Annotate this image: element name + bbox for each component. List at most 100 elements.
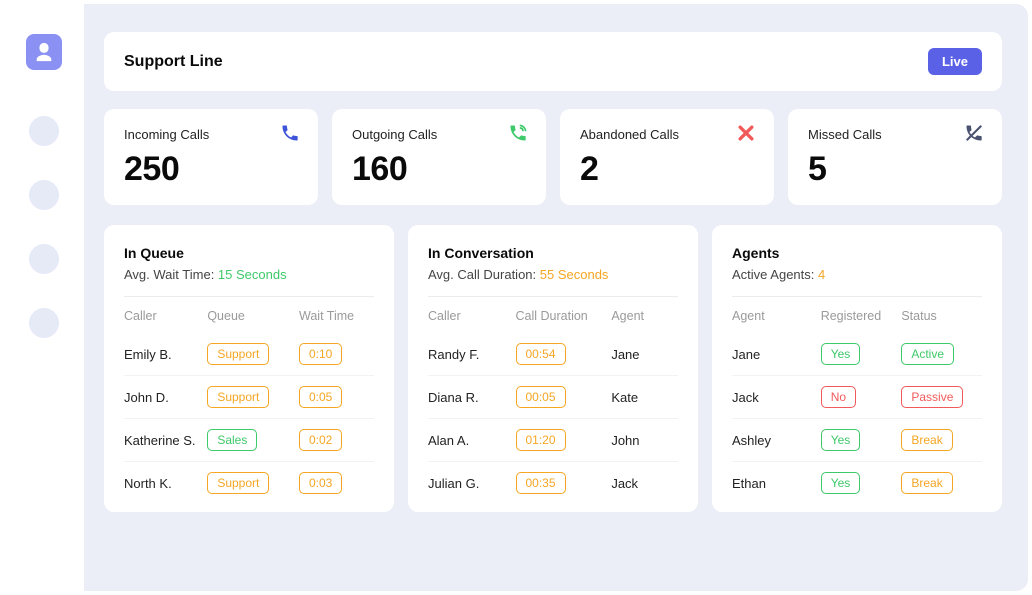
sub-label: Active Agents: (732, 267, 818, 282)
divider (732, 296, 982, 297)
cell-agent: Ethan (732, 476, 821, 491)
logo[interactable] (26, 34, 62, 70)
panel-agents: Agents Active Agents: 4 Agent Registered… (712, 225, 1002, 512)
stat-incoming: Incoming Calls 250 (104, 109, 318, 205)
stat-value: 2 (580, 150, 754, 189)
panel-subtitle: Avg. Call Duration: 55 Seconds (428, 267, 678, 282)
col-agent: Agent (611, 309, 678, 323)
sub-value: 15 Seconds (218, 267, 287, 282)
header-bar: Support Line Live (104, 32, 1002, 91)
stat-value: 250 (124, 150, 298, 189)
divider (428, 296, 678, 297)
stat-label: Abandoned Calls (580, 127, 754, 142)
person-icon (33, 41, 55, 63)
table-row[interactable]: JaneYesActive (732, 333, 982, 376)
registered-pill: No (821, 386, 856, 408)
stat-label: Missed Calls (808, 127, 982, 142)
cell-caller: Emily B. (124, 347, 207, 362)
phone-volume-icon (508, 123, 528, 143)
main-content: Support Line Live Incoming Calls 250 Out… (84, 4, 1028, 591)
cell-caller: John D. (124, 390, 207, 405)
cell-registered: Yes (821, 429, 902, 451)
cell-registered: No (821, 386, 902, 408)
cell-duration: 01:20 (516, 429, 612, 451)
sidebar-item-2[interactable] (29, 180, 59, 210)
table-row[interactable]: Emily B.Support0:10 (124, 333, 374, 376)
panel-title: Agents (732, 245, 982, 261)
sub-value: 4 (818, 267, 825, 282)
close-icon (736, 123, 756, 143)
panel-queue: In Queue Avg. Wait Time: 15 Seconds Call… (104, 225, 394, 512)
duration-pill: 00:05 (516, 386, 566, 408)
cell-agent: Kate (611, 390, 678, 405)
cell-agent: John (611, 433, 678, 448)
sidebar-item-4[interactable] (29, 308, 59, 338)
table-header: Caller Call Duration Agent (428, 309, 678, 323)
panel-title: In Queue (124, 245, 374, 261)
queue-rows: Emily B.Support0:10John D.Support0:05Kat… (124, 333, 374, 504)
sub-label: Avg. Call Duration: (428, 267, 540, 282)
registered-pill: Yes (821, 472, 861, 494)
divider (124, 296, 374, 297)
cell-registered: Yes (821, 343, 902, 365)
col-duration: Call Duration (516, 309, 612, 323)
cell-queue: Support (207, 343, 299, 365)
queue-pill: Sales (207, 429, 257, 451)
cell-status: Break (901, 472, 982, 494)
panel-title: In Conversation (428, 245, 678, 261)
table-row[interactable]: North K.Support0:03 (124, 462, 374, 504)
sub-value: 55 Seconds (540, 267, 609, 282)
cell-status: Break (901, 429, 982, 451)
live-button[interactable]: Live (928, 48, 982, 75)
cell-caller: Diana R. (428, 390, 516, 405)
cell-caller: Randy F. (428, 347, 516, 362)
table-row[interactable]: Randy F.00:54Jane (428, 333, 678, 376)
cell-agent: Ashley (732, 433, 821, 448)
cell-caller: North K. (124, 476, 207, 491)
cell-agent: Jack (611, 476, 678, 491)
table-row[interactable]: Katherine S.Sales0:02 (124, 419, 374, 462)
panel-subtitle: Avg. Wait Time: 15 Seconds (124, 267, 374, 282)
stat-label: Outgoing Calls (352, 127, 526, 142)
table-row[interactable]: Julian G.00:35Jack (428, 462, 678, 504)
table-row[interactable]: JackNoPassive (732, 376, 982, 419)
table-row[interactable]: EthanYes Break (732, 462, 982, 504)
status-pill: Passive (901, 386, 963, 408)
table-header: Caller Queue Wait Time (124, 309, 374, 323)
table-header: Agent Registered Status (732, 309, 982, 323)
stat-cards: Incoming Calls 250 Outgoing Calls 160 Ab… (104, 109, 1002, 205)
page-title: Support Line (124, 53, 223, 71)
sidebar-item-3[interactable] (29, 244, 59, 274)
agent-rows: JaneYesActiveJackNoPassiveAshleyYesBreak… (732, 333, 982, 504)
phone-icon (280, 123, 300, 143)
queue-pill: Support (207, 343, 269, 365)
sidebar-item-1[interactable] (29, 116, 59, 146)
cell-status: Active (901, 343, 982, 365)
table-row[interactable]: John D.Support0:05 (124, 376, 374, 419)
col-agent: Agent (732, 309, 821, 323)
cell-caller: Alan A. (428, 433, 516, 448)
col-caller: Caller (124, 309, 207, 323)
stat-value: 160 (352, 150, 526, 189)
app-frame: Support Line Live Incoming Calls 250 Out… (4, 4, 1028, 591)
sub-label: Avg. Wait Time: (124, 267, 218, 282)
cell-caller: Julian G. (428, 476, 516, 491)
table-row[interactable]: Alan A.01:20John (428, 419, 678, 462)
cell-wait: 0:02 (299, 429, 374, 451)
col-caller: Caller (428, 309, 516, 323)
status-pill: Break (901, 472, 952, 494)
table-row[interactable]: AshleyYesBreak (732, 419, 982, 462)
stat-value: 5 (808, 150, 982, 189)
conversation-rows: Randy F.00:54Jane Diana R.00:05 Kate Alan A… (428, 333, 678, 504)
status-pill: Active (901, 343, 954, 365)
duration-pill: 00:54 (516, 343, 566, 365)
wait-pill: 0:03 (299, 472, 342, 494)
wait-pill: 0:05 (299, 386, 342, 408)
panel-subtitle: Active Agents: 4 (732, 267, 982, 282)
cell-queue: Support (207, 472, 299, 494)
col-queue: Queue (207, 309, 299, 323)
cell-queue: Sales (207, 429, 299, 451)
phone-slash-icon (964, 123, 984, 143)
table-row[interactable]: Diana R.00:05 Kate (428, 376, 678, 419)
wait-pill: 0:02 (299, 429, 342, 451)
